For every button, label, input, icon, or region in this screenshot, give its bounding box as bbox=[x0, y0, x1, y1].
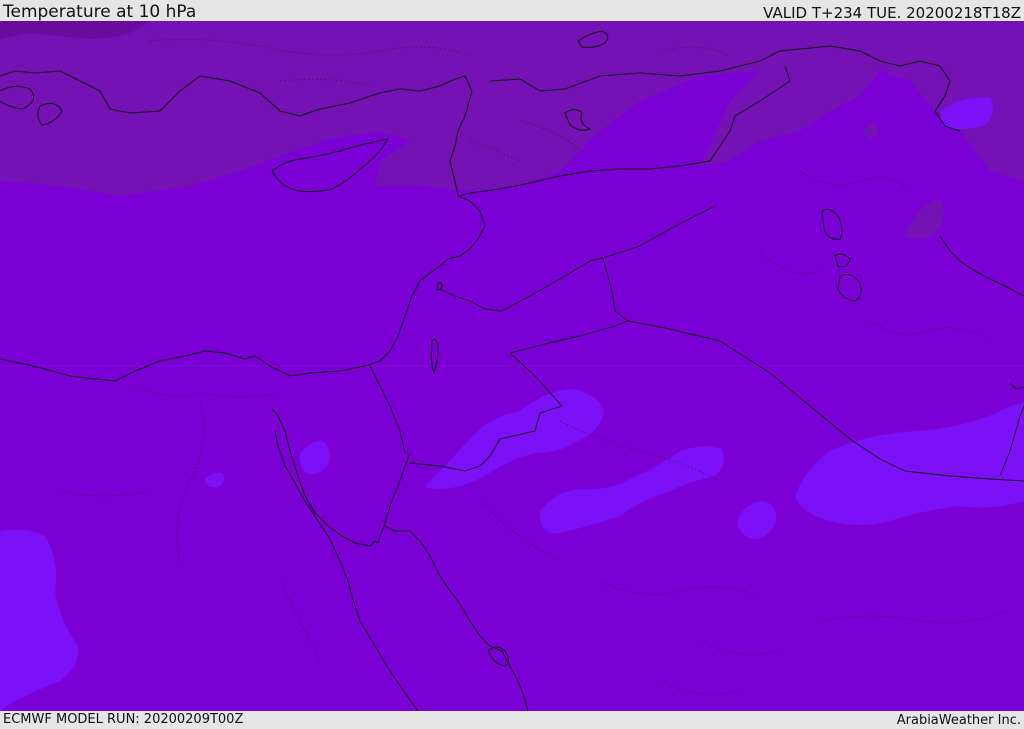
temperature-map bbox=[0, 21, 1024, 711]
valid-time: VALID T+234 TUE. 20200218T18Z bbox=[763, 4, 1021, 22]
map-title: Temperature at 10 hPa bbox=[3, 2, 197, 22]
footer-bar: ECMWF MODEL RUN: 20200209T00Z ArabiaWeat… bbox=[0, 711, 1024, 729]
credit-label: ArabiaWeather Inc. bbox=[896, 713, 1021, 728]
model-run-label: ECMWF MODEL RUN: 20200209T00Z bbox=[3, 712, 244, 727]
header-bar: Temperature at 10 hPa VALID T+234 TUE. 2… bbox=[0, 0, 1024, 21]
map-figure: Temperature at 10 hPa VALID T+234 TUE. 2… bbox=[0, 0, 1024, 729]
